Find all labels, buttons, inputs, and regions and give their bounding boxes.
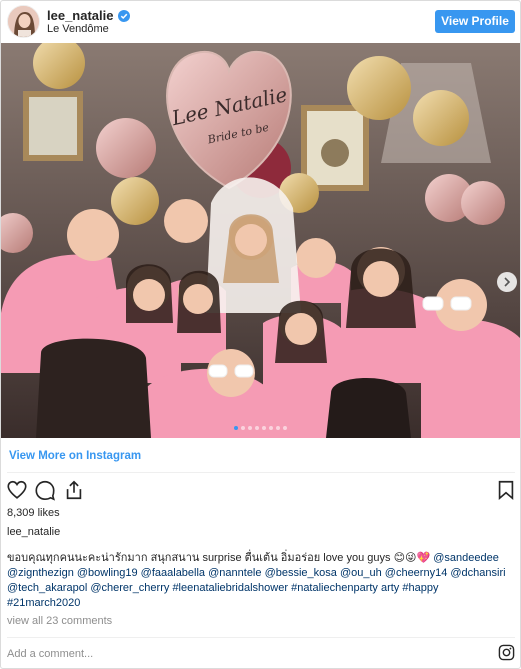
mention-link[interactable]: @sandeedee bbox=[433, 552, 499, 564]
post-photo[interactable]: Lee Natalie Bride to be bbox=[1, 43, 520, 438]
comment-icon[interactable] bbox=[34, 479, 56, 501]
mention-link[interactable]: @tech_akarapol bbox=[7, 582, 87, 594]
carousel-dot bbox=[255, 426, 259, 430]
view-more-link[interactable]: View More on Instagram bbox=[9, 450, 141, 462]
post-caption: ขอบคุณทุกคนนะคะน่ารักมาก สนุกสนาน surpri… bbox=[7, 551, 512, 611]
divider bbox=[7, 637, 515, 638]
bookmark-icon[interactable] bbox=[495, 479, 517, 501]
hashtag-link[interactable]: #nataliechenparty arty bbox=[291, 582, 399, 594]
mention-link[interactable]: @nanntele bbox=[208, 567, 261, 579]
carousel-dot bbox=[248, 426, 252, 430]
mention-link[interactable]: @ou_uh bbox=[340, 567, 382, 579]
mention-link[interactable]: @zignthezign bbox=[7, 567, 74, 579]
instagram-logo-icon[interactable] bbox=[498, 644, 515, 661]
username-link[interactable]: lee_natalie bbox=[47, 8, 130, 23]
post-header: lee_natalie Le Vendôme View Profile bbox=[1, 1, 520, 42]
party-photo-illustration: Lee Natalie Bride to be bbox=[1, 43, 520, 438]
post-owner-username[interactable]: lee_natalie bbox=[7, 526, 60, 538]
carousel-dot bbox=[283, 426, 287, 430]
carousel-dot bbox=[234, 426, 238, 430]
heart-icon[interactable] bbox=[6, 479, 28, 501]
action-bar bbox=[1, 477, 520, 503]
location-link[interactable]: Le Vendôme bbox=[47, 23, 109, 35]
instagram-embed-card: lee_natalie Le Vendôme View Profile Lee … bbox=[0, 0, 521, 669]
mention-link[interactable]: @bessie_kosa bbox=[265, 567, 337, 579]
mention-link[interactable]: @dchansiri bbox=[450, 567, 505, 579]
view-all-comments-link[interactable]: view all 23 comments bbox=[7, 615, 112, 627]
hashtag-link[interactable]: #happy bbox=[402, 582, 438, 594]
divider bbox=[7, 472, 515, 473]
share-icon[interactable] bbox=[63, 479, 85, 501]
mention-link[interactable]: @cherer_cherry bbox=[90, 582, 169, 594]
verified-badge-icon bbox=[117, 9, 130, 22]
carousel-dot bbox=[276, 426, 280, 430]
hashtag-link[interactable]: #21march2020 bbox=[7, 597, 80, 609]
add-comment-input[interactable]: Add a comment... bbox=[7, 648, 93, 660]
view-profile-button[interactable]: View Profile bbox=[435, 10, 515, 33]
mention-link[interactable]: @bowling19 bbox=[77, 567, 138, 579]
carousel-dot bbox=[262, 426, 266, 430]
carousel-dot bbox=[241, 426, 245, 430]
carousel-dot bbox=[269, 426, 273, 430]
carousel-next-button[interactable] bbox=[497, 272, 517, 292]
mention-link[interactable]: @cheerny14 bbox=[385, 567, 448, 579]
chevron-right-icon bbox=[504, 277, 511, 287]
carousel-indicator bbox=[1, 426, 520, 430]
username-text: lee_natalie bbox=[47, 8, 114, 23]
mention-link[interactable]: @faaalabella bbox=[141, 567, 205, 579]
avatar[interactable] bbox=[7, 5, 40, 38]
like-count[interactable]: 8,309 likes bbox=[7, 507, 60, 519]
caption-text: ขอบคุณทุกคนนะคะน่ารักมาก สนุกสนาน surpri… bbox=[7, 552, 434, 564]
hashtag-link[interactable]: #leenataliebridalshower bbox=[172, 582, 288, 594]
